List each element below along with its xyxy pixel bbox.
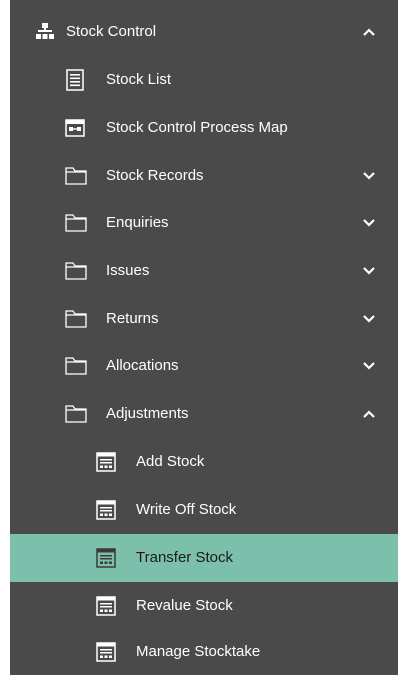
list-document-icon xyxy=(66,69,84,91)
navigation-tree: Stock Control Stock List Stock Control P… xyxy=(10,0,398,675)
tree-item-label: Write Off Stock xyxy=(136,501,237,518)
tree-item-allocations[interactable]: Allocations xyxy=(10,342,398,390)
tree-item-revalue-stock[interactable]: Revalue Stock xyxy=(10,582,398,630)
tree-item-label: Stock Control Process Map xyxy=(106,119,288,136)
tree-item-label: Issues xyxy=(106,262,150,279)
tree-item-transfer-stock[interactable]: Transfer Stock xyxy=(10,534,398,582)
tree-item-stock-control[interactable]: Stock Control xyxy=(10,8,398,56)
form-icon xyxy=(96,548,116,568)
tree-item-manage-stocktake[interactable]: Manage Stocktake xyxy=(10,628,398,676)
tree-item-label: Enquiries xyxy=(106,214,169,231)
tree-item-process-map[interactable]: Stock Control Process Map xyxy=(10,104,398,152)
chevron-down-icon[interactable] xyxy=(362,266,376,276)
form-icon xyxy=(96,452,116,472)
tree-item-label: Revalue Stock xyxy=(136,597,233,614)
tree-item-stock-list[interactable]: Stock List xyxy=(10,56,398,104)
process-map-icon xyxy=(65,119,85,137)
folder-icon xyxy=(65,214,87,232)
chevron-down-icon[interactable] xyxy=(362,361,376,371)
chevron-up-icon[interactable] xyxy=(362,27,376,37)
tree-item-label: Stock Records xyxy=(106,167,204,184)
chevron-down-icon[interactable] xyxy=(362,314,376,324)
folder-icon xyxy=(65,310,87,328)
tree-item-label: Stock Control xyxy=(66,23,157,40)
form-icon xyxy=(96,642,116,662)
tree-item-label: Adjustments xyxy=(106,405,189,422)
chevron-down-icon[interactable] xyxy=(362,171,376,181)
folder-icon xyxy=(65,357,87,375)
tree-item-stock-records[interactable]: Stock Records xyxy=(10,152,398,200)
folder-icon xyxy=(65,167,87,185)
form-icon xyxy=(96,500,116,520)
tree-item-label: Stock List xyxy=(106,71,172,88)
chevron-down-icon[interactable] xyxy=(362,218,376,228)
tree-item-add-stock[interactable]: Add Stock xyxy=(10,438,398,486)
form-icon xyxy=(96,596,116,616)
tree-item-label: Allocations xyxy=(106,357,179,374)
tree-item-label: Transfer Stock xyxy=(136,549,233,566)
tree-item-enquiries[interactable]: Enquiries xyxy=(10,199,398,247)
tree-item-returns[interactable]: Returns xyxy=(10,295,398,343)
tree-item-label: Add Stock xyxy=(136,453,205,470)
tree-item-issues[interactable]: Issues xyxy=(10,247,398,295)
folder-icon xyxy=(65,405,87,423)
tree-item-write-off-stock[interactable]: Write Off Stock xyxy=(10,486,398,534)
tree-item-label: Returns xyxy=(106,310,159,327)
folder-icon xyxy=(65,262,87,280)
hierarchy-icon xyxy=(36,23,54,39)
tree-item-adjustments[interactable]: Adjustments xyxy=(10,390,398,438)
tree-item-label: Manage Stocktake xyxy=(136,643,261,660)
chevron-up-icon[interactable] xyxy=(362,409,376,419)
